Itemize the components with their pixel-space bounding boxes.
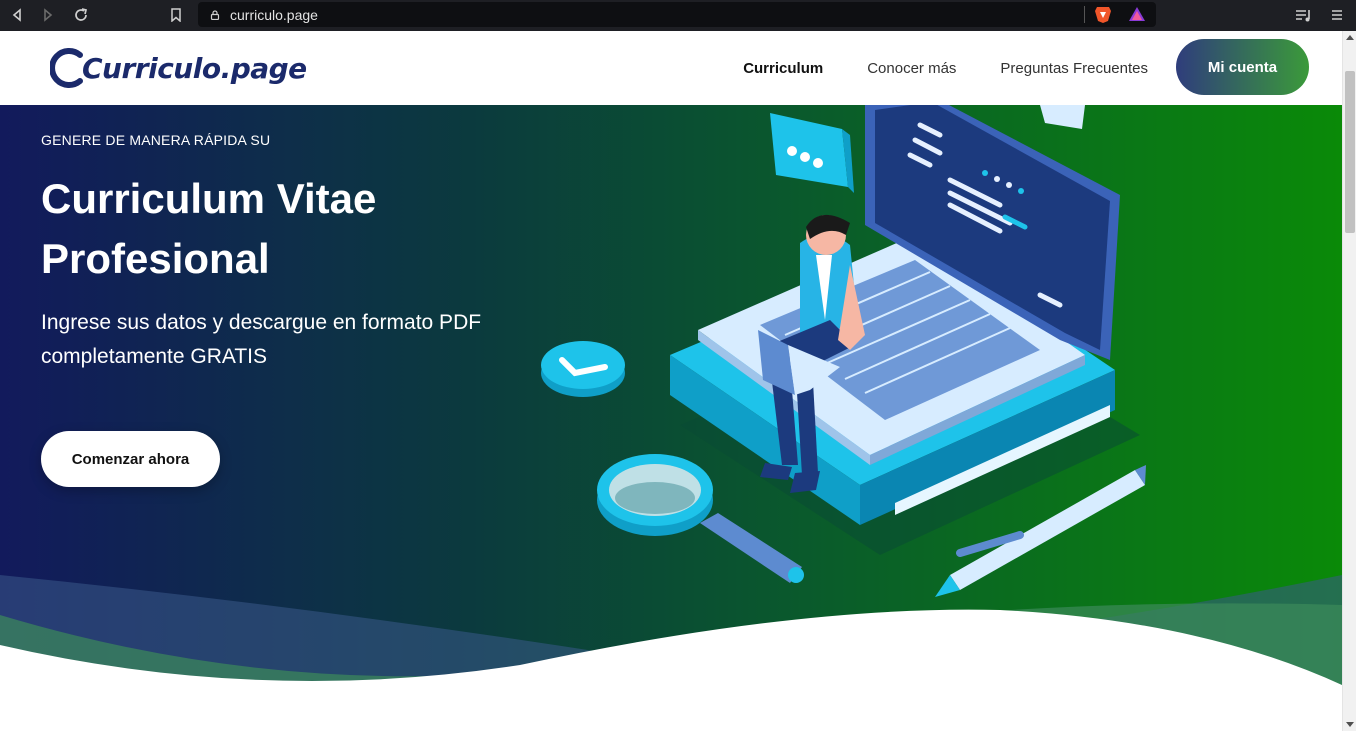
logo-c-icon — [50, 48, 83, 88]
hero-section: GENERE DE MANERA RÁPIDA SU Curriculum Vi… — [0, 105, 1342, 731]
hero-subtitle: Ingrese sus datos y descargue en formato… — [41, 311, 482, 368]
scroll-up-icon[interactable] — [1346, 35, 1354, 40]
brave-rewards-icon[interactable] — [1128, 6, 1146, 27]
browser-toolbar: curriculo.page — [0, 0, 1356, 31]
forward-icon[interactable] — [38, 5, 58, 25]
lock-icon — [210, 9, 220, 20]
address-bar[interactable]: curriculo.page — [198, 2, 1156, 27]
back-icon[interactable] — [7, 5, 27, 25]
nav-curriculum[interactable]: Curriculum — [743, 60, 823, 77]
url-text: curriculo.page — [230, 6, 318, 23]
reload-icon[interactable] — [71, 5, 91, 25]
scrollbar-thumb[interactable] — [1345, 71, 1355, 233]
site-logo[interactable]: Curriculo.page — [50, 45, 307, 91]
start-now-button[interactable]: Comenzar ahora — [41, 431, 220, 487]
logo-text: Curriculo.page — [82, 51, 307, 85]
hero-wave-divider — [0, 575, 1342, 731]
site-header: Curriculo.page Curriculum Conocer más Pr… — [0, 31, 1342, 105]
menu-icon[interactable] — [1327, 5, 1347, 25]
main-nav: Curriculum Conocer más Preguntas Frecuen… — [743, 31, 1148, 105]
nav-conocer-mas[interactable]: Conocer más — [867, 60, 956, 77]
scroll-down-icon[interactable] — [1346, 722, 1354, 727]
brave-shield-icon[interactable] — [1094, 5, 1112, 29]
hero-eyebrow: GENERE DE MANERA RÁPIDA SU — [41, 132, 271, 148]
my-account-button[interactable]: Mi cuenta — [1176, 39, 1309, 95]
hero-title: Curriculum Vitae Profesional — [41, 175, 377, 282]
nav-preguntas-frecuentes[interactable]: Preguntas Frecuentes — [1000, 60, 1148, 77]
page-scrollbar[interactable] — [1342, 31, 1356, 731]
bookmark-icon[interactable] — [166, 5, 186, 25]
playlist-icon[interactable] — [1294, 5, 1314, 25]
